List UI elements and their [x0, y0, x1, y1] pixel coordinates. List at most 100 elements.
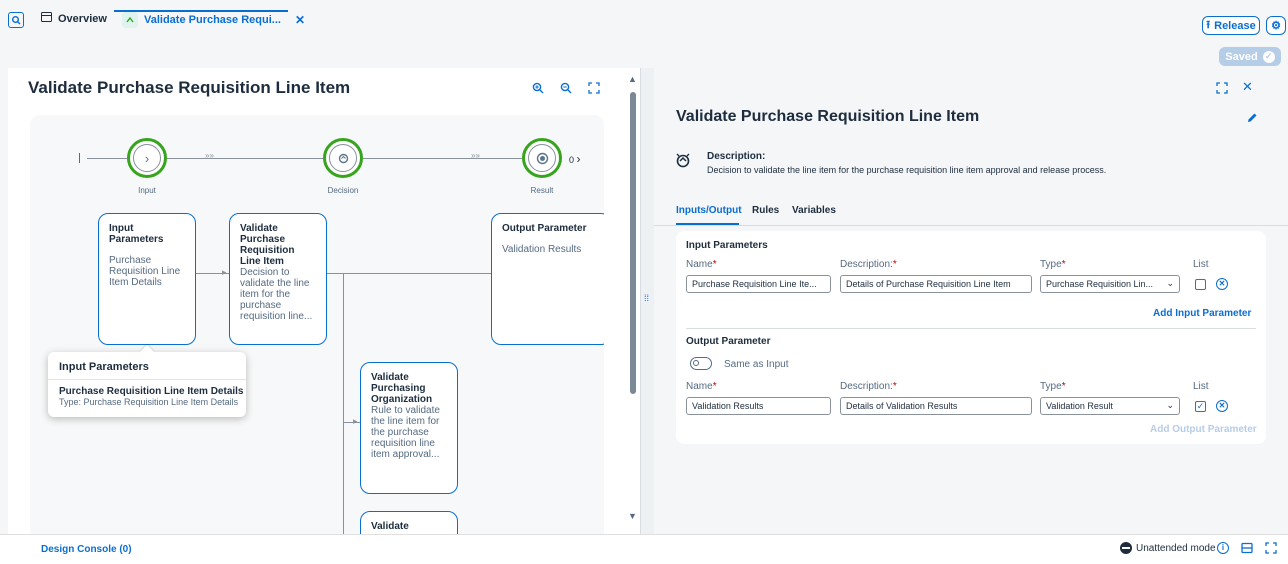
grip-icon: ⁞⁞ [644, 293, 650, 303]
input-name-field[interactable]: Purchase Requisition Line Ite... [686, 275, 831, 293]
arrowhead-icon: ▸ [222, 267, 227, 277]
flow-arrow-icon: »» [471, 151, 480, 160]
col-list-label: List [1193, 381, 1209, 392]
info-icon[interactable]: i [1217, 542, 1229, 554]
toggle-off-icon [1120, 542, 1132, 554]
output-type-value: Validation Result [1046, 401, 1113, 411]
validate-line-item-node[interactable]: Validate Purchase Requisition Line Item … [229, 213, 327, 345]
app-logo-icon[interactable] [8, 12, 24, 28]
release-button[interactable]: ⭱ Release [1202, 16, 1260, 35]
output-name-field[interactable]: Validation Results [686, 397, 831, 415]
step-decision[interactable] [323, 138, 363, 178]
validate-purchasing-org-node[interactable]: Validate Purchasing Organization Rule to… [360, 362, 458, 494]
validate-next-node[interactable]: Validate [360, 511, 458, 534]
output-type-select[interactable]: Validation Result ⌄ [1040, 397, 1180, 415]
node-body: Decision to validate the line item for t… [240, 267, 313, 322]
expand-icon[interactable] [1216, 82, 1228, 97]
popover-item-type: Type: Purchase Requisition Line Item Det… [59, 397, 239, 407]
popover-divider [48, 379, 246, 380]
track-line-1 [87, 158, 127, 159]
tabs-divider [654, 225, 1288, 226]
step-result-label: Result [530, 186, 554, 195]
scroll-up-icon[interactable]: ▲ [628, 74, 637, 84]
process-diagram-panel: Validate Purchase Requisition Line Item … [8, 68, 626, 534]
zoom-out-icon[interactable] [560, 82, 574, 96]
tab-validate-label: Validate Purchase Requi... [144, 14, 281, 26]
tab-variables[interactable]: Variables [792, 205, 836, 216]
tab-inputs-output[interactable]: Inputs/Output [676, 205, 742, 216]
scroll-thumb[interactable] [630, 92, 636, 394]
input-description-field[interactable]: Details of Purchase Requisition Line Ite… [840, 275, 1032, 293]
track-line-3 [363, 158, 522, 159]
fullscreen-icon[interactable] [1265, 542, 1277, 557]
node-title: Validate [371, 521, 409, 532]
col-type-label: Type* [1040, 259, 1066, 270]
input-type-value: Purchase Requisition Lin... [1046, 279, 1154, 289]
step-counter[interactable]: 0 › [569, 152, 581, 166]
remove-input-icon[interactable]: ✕ [1216, 278, 1228, 290]
panel-splitter[interactable]: ⁞⁞ [640, 68, 654, 534]
input-section-title: Input Parameters [686, 240, 768, 251]
input-list-checkbox[interactable] [1195, 279, 1206, 290]
tab-rules[interactable]: Rules [752, 205, 779, 216]
track-line-2 [167, 158, 323, 159]
inputs-output-card: Input Parameters Name* Description:* Typ… [676, 231, 1266, 444]
output-parameter-node[interactable]: Output Parameter Validation Results [491, 213, 604, 345]
gear-icon: ⚙ [1271, 20, 1281, 32]
col-description-label: Description:* [840, 381, 897, 392]
step-decision-label: Decision [327, 186, 359, 195]
node-title: Input Parameters [109, 223, 164, 245]
remove-output-icon[interactable]: ✕ [1216, 400, 1228, 412]
add-output-parameter-link[interactable]: Add Output Parameter [1150, 424, 1257, 435]
fit-to-screen-icon[interactable] [588, 82, 602, 96]
add-input-parameter-link[interactable]: Add Input Parameter [1153, 308, 1251, 319]
tab-overview[interactable]: Overview [41, 12, 107, 25]
panel-layout-icon[interactable] [1241, 542, 1253, 557]
node-title: Output Parameter [502, 223, 587, 234]
decision-icon [674, 151, 692, 172]
connector-branch [343, 273, 344, 534]
close-icon[interactable]: ✕ [1242, 79, 1253, 95]
tab-validate[interactable]: Validate Purchase Requi... ✕ [122, 12, 305, 28]
node-title: Validate Purchasing Organization [371, 372, 433, 405]
popover-title: Input Parameters [59, 361, 149, 373]
output-description-field[interactable]: Details of Validation Results [840, 397, 1032, 415]
same-as-input-label: Same as Input [724, 359, 789, 370]
edit-icon[interactable] [1246, 112, 1258, 127]
diagram-canvas[interactable]: › Input »» Decision »» Result 0 › Input … [30, 115, 604, 534]
input-parameters-node[interactable]: Input Parameters Purchase Requisition Li… [98, 213, 196, 345]
col-list-label: List [1193, 259, 1209, 270]
step-input[interactable]: › [127, 138, 167, 178]
chevron-down-icon: ⌄ [1166, 400, 1174, 410]
scroll-down-icon[interactable]: ▼ [628, 511, 637, 521]
node-title: Validate Purchase Requisition Line Item [240, 223, 295, 267]
step-counter-value: 0 [569, 155, 575, 165]
same-as-input-toggle[interactable] [690, 357, 712, 370]
description-label: Description: [707, 151, 766, 162]
input-type-select[interactable]: Purchase Requisition Lin... ⌄ [1040, 275, 1180, 293]
col-name-label: Name* [686, 381, 717, 392]
close-tab-icon[interactable]: ✕ [295, 13, 305, 27]
popover-item-title: Purchase Requisition Line Item Details [59, 386, 244, 397]
unattended-mode-indicator[interactable]: Unattended mode [1120, 542, 1216, 554]
chevron-right-icon: › [576, 152, 581, 166]
output-list-checkbox[interactable]: ✓ [1195, 401, 1206, 412]
connector-validate-output [327, 273, 491, 274]
details-title: Validate Purchase Requisition Line Item [676, 108, 980, 125]
saved-status-badge: Saved ✓ [1219, 47, 1281, 66]
node-body: Validation Results [502, 244, 582, 255]
col-name-label: Name* [686, 259, 717, 270]
vertical-scrollbar[interactable]: ▲ ▼ [626, 68, 640, 534]
upload-icon: ⭱ [1206, 19, 1211, 31]
design-console-link[interactable]: Design Console (0) [41, 544, 132, 555]
step-result[interactable] [522, 138, 562, 178]
node-body: Purchase Requisition Line Item Details [109, 255, 181, 288]
release-label: Release [1214, 19, 1256, 32]
settings-button[interactable]: ⚙ [1266, 16, 1286, 35]
input-parameters-popover: Input Parameters Purchase Requisition Li… [48, 344, 246, 417]
toggle-knob [693, 360, 699, 366]
col-type-label: Type* [1040, 381, 1066, 392]
saved-label: Saved [1225, 50, 1258, 63]
flow-arrow-icon: »» [205, 151, 214, 160]
zoom-in-icon[interactable] [532, 82, 546, 96]
